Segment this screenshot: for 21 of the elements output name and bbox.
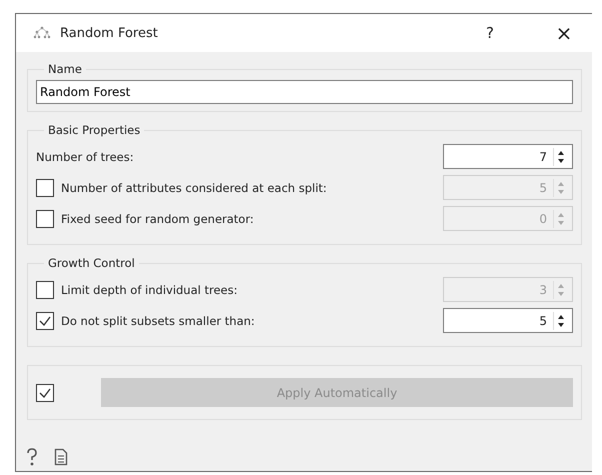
document-icon[interactable] [54, 448, 68, 466]
group-title: Growth Control [44, 256, 139, 270]
field-label: Number of attributes considered at each split: [61, 180, 328, 194]
spin-box[interactable]: 7 [443, 144, 573, 169]
close-button[interactable]: × [552, 21, 576, 45]
help-button[interactable]: ? [480, 24, 500, 42]
field-label: Number of trees: [36, 150, 135, 164]
group-title: Name [44, 62, 86, 76]
field-label: Limit depth of individual trees: [61, 282, 238, 296]
field-label: Do not split subsets smaller than: [61, 314, 256, 328]
field-label: Fixed seed for random generator: [61, 212, 255, 226]
group-title: Basic Properties [44, 123, 144, 137]
tree-nodes-icon [33, 26, 51, 40]
checkbox[interactable] [36, 178, 54, 196]
checkbox[interactable] [36, 210, 54, 228]
checkbox[interactable] [36, 280, 54, 298]
checkbox[interactable] [36, 312, 54, 330]
help-icon[interactable] [24, 447, 40, 467]
spin-box[interactable]: 5 [443, 308, 573, 333]
name-field[interactable]: Random Forest [36, 80, 573, 104]
window-title: Random Forest [60, 26, 159, 40]
